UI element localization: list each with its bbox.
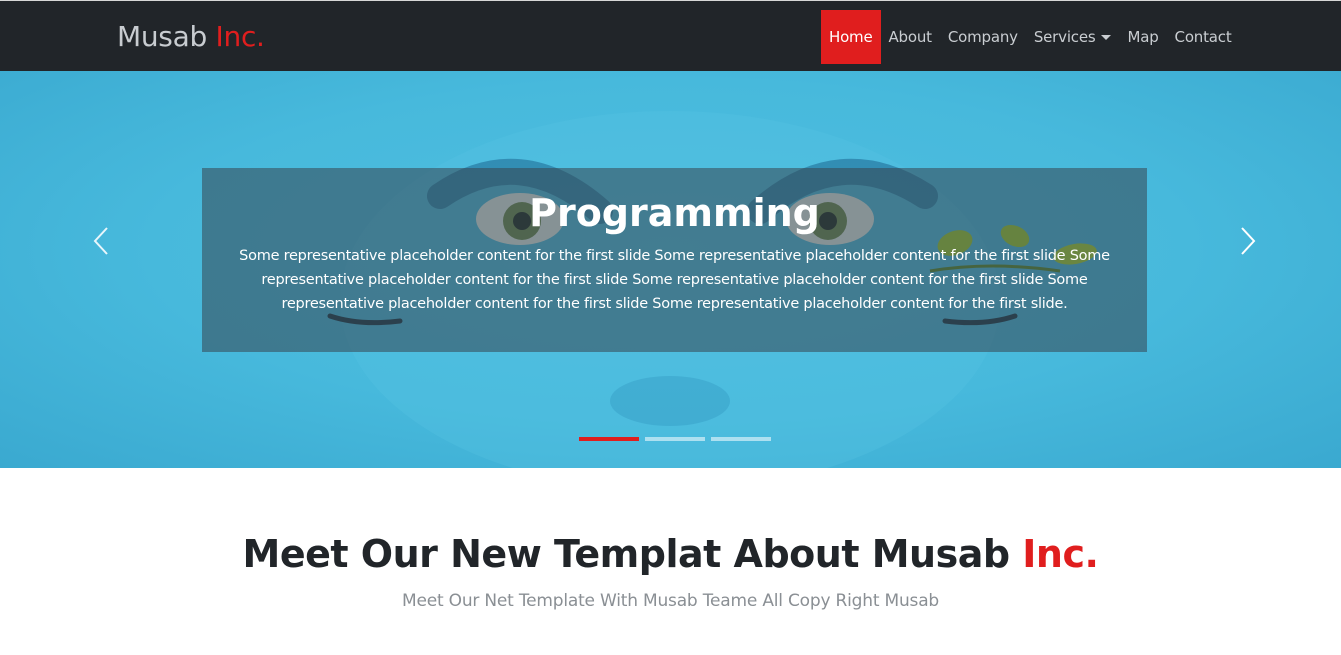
carousel-prev-button[interactable] (81, 221, 121, 261)
carousel-indicators (579, 437, 771, 441)
chevron-right-icon (1241, 227, 1256, 255)
nav-item-map[interactable]: Map (1119, 10, 1166, 64)
slide-description: Some representative placeholder content … (239, 248, 1110, 312)
carousel-indicator-3[interactable] (711, 437, 771, 441)
nav-item-label: About (888, 28, 933, 46)
nav-item-label: Home (829, 28, 873, 46)
slide-title: Programming (529, 191, 820, 235)
nav-menu: Home About Company Services Map Contact (821, 10, 1240, 64)
intro-subtitle: Meet Our Net Template With Musab Teame A… (401, 591, 939, 611)
intro-heading-text: Meet Our New Templat About Musab (242, 532, 1011, 576)
intro-heading-accent: Inc. (1022, 532, 1099, 576)
nav-item-contact[interactable]: Contact (1167, 10, 1240, 64)
nav-item-label: Services (1033, 28, 1096, 46)
intro-heading: Meet Our New Templat About Musab Inc. (0, 530, 1341, 578)
brand-name: Musab (117, 20, 207, 53)
navbar: Musab Inc. Home About Company Services M… (0, 0, 1341, 71)
nav-item-about[interactable]: About (881, 10, 940, 64)
carousel-indicator-2[interactable] (645, 437, 705, 441)
carousel-next-button[interactable] (1228, 221, 1268, 261)
hero-carousel: Programming Some representative placehol… (0, 71, 1341, 468)
brand-logo[interactable]: Musab Inc. (117, 20, 265, 54)
chevron-left-icon (93, 227, 108, 255)
nav-item-label: Company (947, 28, 1018, 46)
nav-item-home[interactable]: Home (821, 10, 881, 64)
nav-item-services[interactable]: Services (1026, 10, 1120, 64)
nav-item-company[interactable]: Company (940, 10, 1026, 64)
carousel-indicator-1[interactable] (579, 437, 639, 441)
slide-caption: Programming Some representative placehol… (202, 168, 1147, 352)
nav-item-label: Map (1127, 28, 1159, 46)
nav-item-label: Contact (1174, 28, 1232, 46)
caret-down-icon (1101, 34, 1112, 40)
brand-accent: Inc. (215, 20, 265, 53)
